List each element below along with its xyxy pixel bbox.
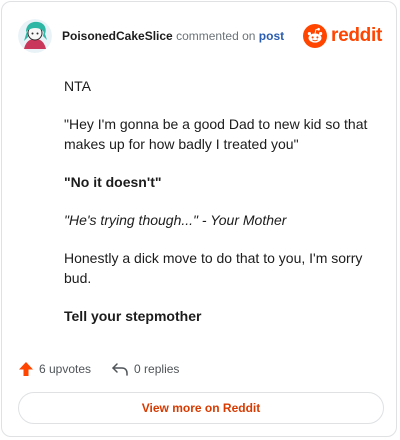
post-link[interactable]: post xyxy=(259,29,284,43)
comment-paragraph: "Hey I'm gonna be a good Dad to new kid … xyxy=(64,116,368,152)
upvote-arrow-icon xyxy=(19,362,33,376)
upvote-count: 6 upvotes xyxy=(39,362,92,376)
comment-paragraph: "He's trying though..." - Your Mother xyxy=(64,212,287,228)
embedded-comment-card: PoisonedCakeSlice commented on post redd… xyxy=(1,1,397,437)
comment-header: PoisonedCakeSlice commented on post redd… xyxy=(18,16,382,56)
action-text: commented on xyxy=(176,29,256,43)
comment-paragraph: Tell your stepmother xyxy=(64,308,202,324)
avatar[interactable] xyxy=(18,19,52,53)
reply-button[interactable]: 0 replies xyxy=(111,361,179,377)
brand-wordmark: reddit xyxy=(331,25,382,46)
comment-body: NTA "Hey I'm gonna be a good Dad to new … xyxy=(64,76,378,344)
comment-paragraph: "No it doesn't" xyxy=(64,174,162,190)
comment-paragraph: NTA xyxy=(64,78,91,94)
upvote-button[interactable]: 6 upvotes xyxy=(18,361,91,377)
comment-paragraph: Honestly a dick move to do that to you, … xyxy=(64,250,363,286)
comment-actions: 6 upvotes 0 replies xyxy=(18,359,179,379)
reply-arrow-icon xyxy=(112,363,128,376)
username[interactable]: PoisonedCakeSlice xyxy=(62,29,173,43)
comment-byline: PoisonedCakeSlice commented on post xyxy=(62,29,284,43)
reply-count: 0 replies xyxy=(134,362,180,376)
reddit-snoo-icon xyxy=(303,24,328,48)
reddit-logo[interactable]: reddit xyxy=(303,24,382,48)
view-more-button[interactable]: View more on Reddit xyxy=(18,392,384,424)
